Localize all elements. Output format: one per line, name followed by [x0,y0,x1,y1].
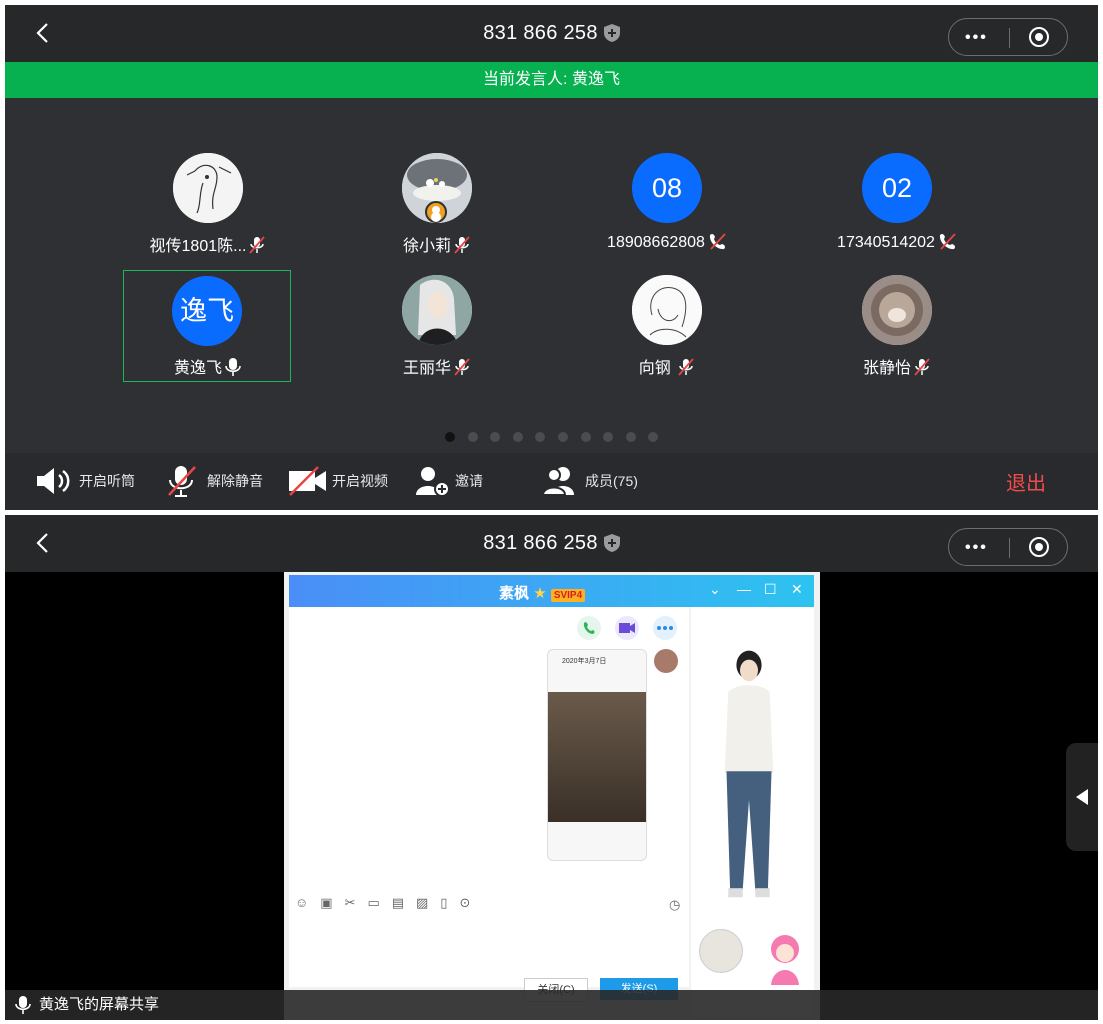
profile-pane [691,607,814,1017]
phone-muted-icon [709,233,726,250]
meeting-id: 831 866 258 [5,532,1098,555]
triangle-left-icon [1076,789,1088,805]
close-target-icon[interactable] [1029,27,1049,47]
avatar [862,275,932,345]
close-icon: ✕ [791,581,803,597]
mic-icon [15,996,31,1014]
avatar: 08 [632,153,702,223]
meeting-panel: 831 866 258 ••• 当前发言人: 黄逸飞 视传1801陈... 徐小… [5,5,1098,510]
participant-name: 17340514202 [837,234,935,251]
shared-image-phone-screenshot: 2020年3月7日 [547,649,647,861]
participant-tile[interactable]: 王丽华 [353,270,521,382]
add-user-icon [416,467,450,497]
participant-tile[interactable]: 02 17340514202 [813,148,981,260]
avatar: 逸飞 [172,276,242,346]
avatar [402,275,472,345]
meeting-id-text: 831 866 258 [483,532,598,554]
current-speaker-bar: 当前发言人: 黄逸飞 [5,62,1098,98]
participant-name: 张静怡 [862,360,911,377]
close-target-icon[interactable] [1029,537,1049,557]
meeting-id: 831 866 258 [5,22,1098,45]
mini-program-capsule: ••• [948,18,1068,56]
participant-name: 向钢 [638,360,671,377]
participant-name: 黄逸飞 [173,360,222,377]
vip-badge: SVIP4 [550,589,586,602]
participant-name: 徐小莉 [402,238,451,255]
window-title: 素枫 [499,585,530,602]
avatar [654,649,678,673]
top-bar: 831 866 258 ••• [5,5,1098,62]
anime-sticker [771,935,799,985]
share-label-bar: 黄逸飞的屏幕共享 [5,990,1098,1020]
star-icon: ★ [533,585,547,602]
participant-tile-speaking[interactable]: 逸飞 黄逸飞 [123,270,291,382]
shield-icon [603,24,620,42]
participant-name: 王丽华 [402,360,451,377]
avatar [699,929,743,973]
screen-share-panel: 831 866 258 ••• 素枫 ★ SVIP4 ⌄ — ☐ ✕ 2020年… [5,515,1098,1020]
mic-muted-icon [454,358,470,376]
maximize-icon: ☐ [764,581,777,597]
host-badge-icon [425,201,447,223]
chevron-down-icon: ⌄ [709,581,721,597]
members-icon [541,467,574,496]
mic-muted-icon [914,358,930,376]
video-off-icon [289,466,326,496]
history-clock-icon: ◷ [669,897,681,912]
mic-icon [225,358,241,376]
avatar [173,153,243,223]
input-toolbar-icons: ☺▣✂▭▤▨▯⊙ [295,895,483,910]
mic-muted-icon [678,358,694,376]
exit-button[interactable]: 退出 [1006,467,1046,496]
top-bar: 831 866 258 ••• [5,515,1098,572]
call-icons [577,616,677,640]
avatar: 02 [862,153,932,223]
avatar [632,275,702,345]
bottom-toolbar: 开启听筒 解除静音 开启视频 邀请 成员(75) 退出 [5,453,1098,510]
participant-tile[interactable]: 张静怡 [813,270,981,382]
participant-tile[interactable]: 徐小莉 [353,148,521,260]
photo [548,692,646,822]
meeting-id-text: 831 866 258 [483,22,598,44]
minimize-icon: — [737,581,751,597]
chat-window-title: 素枫 ★ SVIP4 ⌄ — ☐ ✕ [289,575,814,607]
chat-area: 2020年3月7日 ☺▣✂▭▤▨▯⊙ ◷ [289,607,689,987]
mic-muted-icon [168,466,196,497]
participant-tile[interactable]: 08 18908662808 [583,148,751,260]
phone-muted-icon [939,233,956,250]
mini-program-capsule: ••• [948,528,1068,566]
mic-muted-icon [454,236,470,254]
participant-grid: 视传1801陈... 徐小莉 08 18908662808 02 1734051… [5,98,1098,453]
screen-share-label: 黄逸飞的屏幕共享 [39,996,160,1013]
more-icon[interactable]: ••• [965,29,988,47]
shared-screen: 素枫 ★ SVIP4 ⌄ — ☐ ✕ 2020年3月7日 ☺▣✂▭▤▨▯⊙ ◷ … [284,572,820,1020]
participant-tile[interactable]: 视传1801陈... [124,148,292,260]
speaker-icon [37,468,70,494]
side-panel-toggle[interactable] [1066,743,1098,851]
more-icon[interactable]: ••• [965,539,988,557]
page-indicator[interactable] [445,429,671,442]
participant-name: 18908662808 [607,234,705,251]
participant-name: 视传1801陈... [149,238,247,255]
shield-icon [603,534,620,552]
participant-tile[interactable]: 向钢 [583,270,751,382]
character-figure [724,650,774,898]
mic-muted-icon [249,236,266,254]
